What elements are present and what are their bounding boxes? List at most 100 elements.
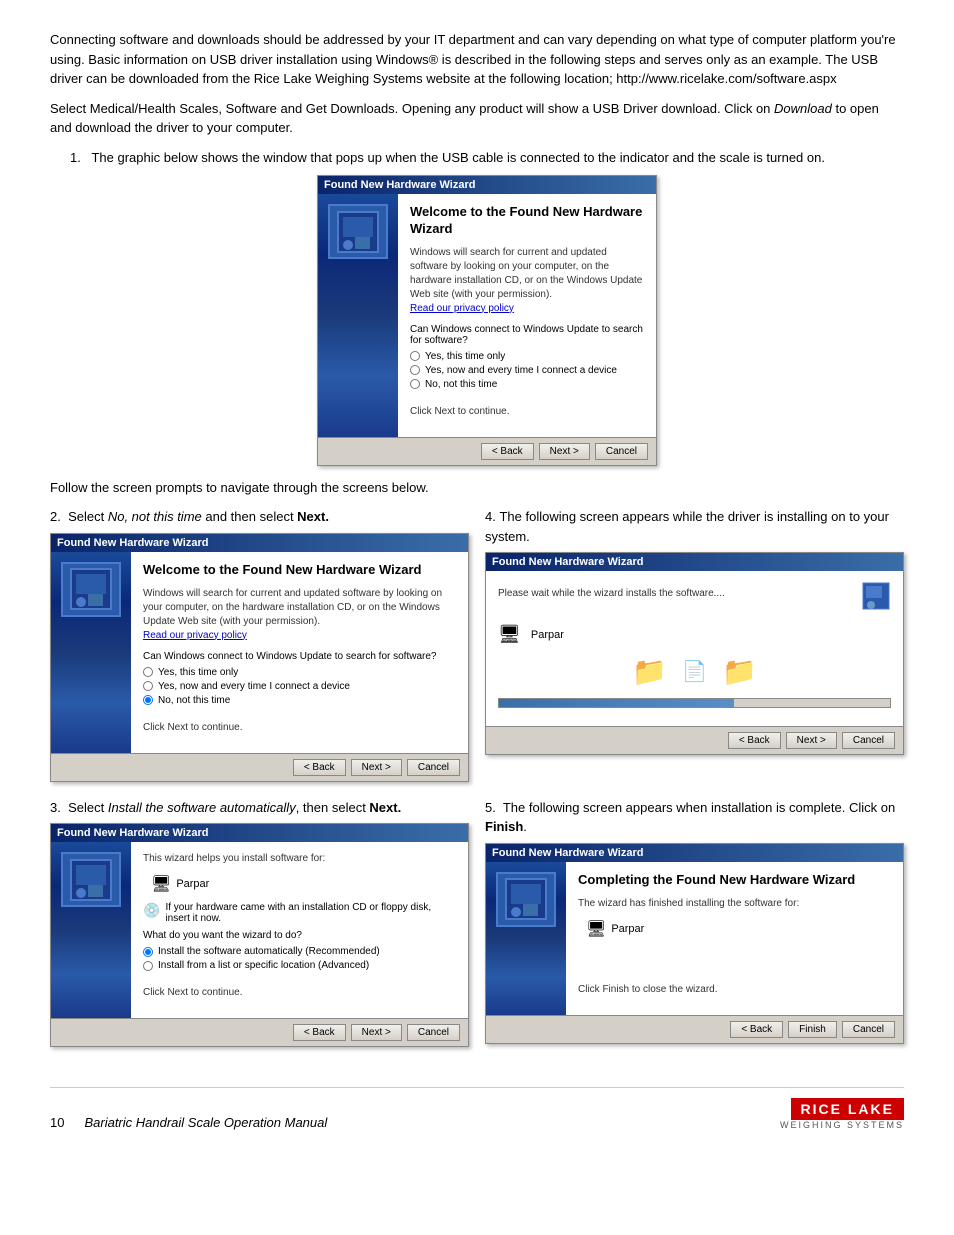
dialog1-next-btn[interactable]: Next > (539, 443, 590, 460)
step4-titlebar: Found New Hardware Wizard (486, 553, 903, 571)
step4-corner-icon (861, 581, 891, 614)
step2-bold: Next. (297, 509, 329, 524)
step4-body: Please wait while the wizard installs th… (486, 571, 903, 726)
step5-cancel-btn[interactable]: Cancel (842, 1021, 895, 1038)
step5-device-name: Parpar (611, 923, 644, 935)
step3-left (51, 842, 131, 1018)
step2-right: Welcome to the Found New Hardware Wizard… (131, 552, 468, 753)
step2-italic: No, not this time (108, 509, 202, 524)
dialog1-left (318, 194, 398, 437)
step5-block: 5. The following screen appears when ins… (485, 798, 904, 1048)
step5-completing-desc: The wizard has finished installing the s… (578, 897, 891, 911)
step2-radio1: Yes, this time only (143, 667, 456, 678)
step2-radio2-label: Yes, now and every time I connect a devi… (158, 681, 350, 692)
step3-radio-list-input[interactable] (143, 961, 153, 971)
radio1-option: Yes, this time only (410, 351, 644, 362)
dialog1-desc: Windows will search for current and upda… (410, 246, 644, 316)
wizard-icon (328, 204, 388, 259)
radio1-label: Yes, this time only (425, 351, 505, 362)
dialog1-title-text: Found New Hardware Wizard (324, 179, 475, 191)
step2-wizard-icon (61, 562, 121, 617)
step5-back-btn[interactable]: < Back (730, 1021, 783, 1038)
step3-next-btn[interactable]: Next > (351, 1024, 402, 1041)
step4-file-icon: 📄 (682, 659, 707, 684)
step2-after: and then select (202, 509, 297, 524)
step2-radio3-input[interactable] (143, 695, 153, 705)
step3-radio-auto: Install the software automatically (Reco… (143, 946, 456, 957)
follow-text: Follow the screen prompts to navigate th… (50, 478, 904, 498)
radio3-input[interactable] (410, 379, 420, 389)
step4-cancel-btn[interactable]: Cancel (842, 732, 895, 749)
step2-cancel-btn[interactable]: Cancel (407, 759, 460, 776)
step4-folder2-icon: 📁 (722, 655, 757, 688)
step4-label: 4. The following screen appears while th… (485, 507, 904, 546)
step3-cancel-btn[interactable]: Cancel (407, 1024, 460, 1041)
step4-text: The following screen appears while the d… (485, 509, 889, 544)
step3-radio-list: Install from a list or specific location… (143, 960, 456, 971)
step3-italic: Install the software automatically (108, 800, 296, 815)
step1-content: The graphic below shows the window that … (91, 150, 825, 165)
step5-wizard-icon (496, 872, 556, 927)
step2-privacy-link[interactable]: Read our privacy policy (143, 630, 247, 641)
step2-desc: Windows will search for current and upda… (143, 587, 456, 643)
step3-right: This wizard helps you install software f… (131, 842, 468, 1018)
privacy-link[interactable]: Read our privacy policy (410, 303, 514, 314)
dialog1-back-btn[interactable]: < Back (481, 443, 534, 460)
step3-bold: Next. (369, 800, 401, 815)
step4-next-btn[interactable]: Next > (786, 732, 837, 749)
step3-radio-auto-input[interactable] (143, 947, 153, 957)
step4-back-btn[interactable]: < Back (728, 732, 781, 749)
step3-device-row: 🖥 Parpar (151, 874, 456, 894)
intro-para2: Select Medical/Health Scales, Software a… (50, 99, 904, 138)
step5-label: 5. The following screen appears when ins… (485, 798, 904, 837)
step3-install-title: This wizard helps you install software f… (143, 852, 456, 866)
radio3-label: No, not this time (425, 379, 497, 390)
footer-left: 10 Bariatric Handrail Scale Operation Ma… (50, 1115, 327, 1130)
step5-titlebar: Found New Hardware Wizard (486, 844, 903, 862)
step4-block: 4. The following screen appears while th… (485, 507, 904, 781)
radio2-input[interactable] (410, 365, 420, 375)
step5-completing-title: Completing the Found New Hardware Wizard (578, 872, 891, 889)
step2-body: Welcome to the Found New Hardware Wizard… (51, 552, 468, 753)
step3-back-btn[interactable]: < Back (293, 1024, 346, 1041)
step1-text: 1. The graphic below shows the window th… (70, 148, 904, 168)
step5-dialog: Found New Hardware Wizard Completing the (485, 843, 904, 1044)
step3-click-next: Click Next to continue. (143, 986, 456, 1000)
step4-progress-area: 🖥 Parpar (498, 624, 891, 645)
dialog1-titlebar: Found New Hardware Wizard (318, 176, 656, 194)
step2-radio2-input[interactable] (143, 681, 153, 691)
step4-pc-icon: 🖥 (498, 624, 521, 645)
manual-title: Bariatric Handrail Scale Operation Manua… (84, 1115, 327, 1130)
step4-dialog: Found New Hardware Wizard Please wait wh… (485, 552, 904, 755)
dialog1-cancel-btn[interactable]: Cancel (595, 443, 648, 460)
step5-finish-btn[interactable]: Finish (788, 1021, 837, 1038)
step2-radio3-label: No, not this time (158, 695, 230, 706)
step3-number: 3. (50, 800, 61, 815)
step2-radio1-label: Yes, this time only (158, 667, 238, 678)
step2-back-btn[interactable]: < Back (293, 759, 346, 776)
step3-cd-row: 💿 If your hardware came with an installa… (143, 902, 456, 924)
step5-left (486, 862, 566, 1015)
step3-label: 3. Select Install the software automatic… (50, 798, 469, 818)
step5-click-finish: Click Finish to close the wizard. (578, 983, 891, 997)
step2-next-btn[interactable]: Next > (351, 759, 402, 776)
step2-radio1-input[interactable] (143, 667, 153, 677)
radio1-input[interactable] (410, 351, 420, 361)
radio2-option: Yes, now and every time I connect a devi… (410, 365, 644, 376)
step5-body: Completing the Found New Hardware Wizard… (486, 862, 903, 1015)
step4-progress-bar-container (498, 698, 891, 708)
step1-number: 1. (70, 150, 81, 165)
step2-footer: < Back Next > Cancel (51, 753, 468, 781)
page-footer: 10 Bariatric Handrail Scale Operation Ma… (50, 1087, 904, 1130)
step2-welcome-title: Welcome to the Found New Hardware Wizard (143, 562, 456, 579)
step3-device-name: Parpar (176, 878, 209, 890)
step2-before: Select (68, 509, 108, 524)
step3-titlebar: Found New Hardware Wizard (51, 824, 468, 842)
step3-body: This wizard helps you install software f… (51, 842, 468, 1018)
page-number: 10 (50, 1115, 64, 1130)
step3-cd-text: If your hardware came with an installati… (165, 902, 456, 924)
step3-what-do: What do you want the wizard to do? (143, 930, 456, 941)
step3-title-text: Found New Hardware Wizard (57, 827, 208, 839)
footer-brand: RICE LAKE WEIGHING SYSTEMS (780, 1098, 904, 1130)
step4-number: 4. (485, 509, 496, 524)
